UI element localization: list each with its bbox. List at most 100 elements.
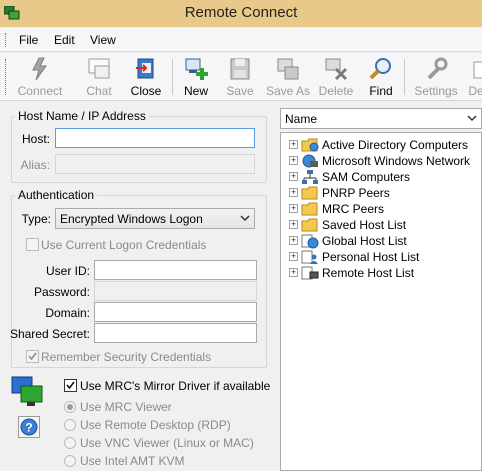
connect-button[interactable]: Connect: [16, 56, 64, 100]
delete-label: Delete: [318, 84, 354, 98]
expand-icon[interactable]: +: [289, 268, 298, 277]
domain-input[interactable]: [94, 302, 257, 322]
userid-label: User ID:: [45, 264, 90, 278]
menu-view[interactable]: View: [90, 33, 116, 47]
sam-network-icon: [302, 170, 318, 184]
svg-text:?: ?: [25, 421, 32, 435]
use-current-credentials-checkbox[interactable]: [26, 238, 39, 251]
toolbar: Connect Chat Close New Save Save As Dele…: [0, 53, 482, 101]
chat-icon: [88, 58, 110, 79]
shared-secret-label: Shared Secret:: [9, 327, 90, 341]
rdp-radio[interactable]: [64, 419, 76, 431]
menu-file[interactable]: File: [19, 33, 38, 47]
tree-label: Microsoft Windows Network: [322, 154, 471, 168]
use-current-credentials-label: Use Current Logon Credentials: [41, 238, 207, 252]
connect-label: Connect: [17, 84, 63, 98]
checkmark-icon: [28, 352, 37, 361]
mirror-driver-checkbox[interactable]: [64, 379, 77, 392]
sort-select[interactable]: Name: [280, 108, 482, 129]
expand-icon[interactable]: +: [289, 236, 298, 245]
vnc-label: Use VNC Viewer (Linux or MAC): [80, 436, 254, 450]
auth-type-value: Encrypted Windows Logon: [60, 212, 203, 226]
delete-button[interactable]: Delete: [316, 56, 356, 100]
mrc-viewer-radio[interactable]: [64, 401, 76, 413]
monitors-icon: [11, 376, 43, 406]
settings-button[interactable]: Settings: [411, 56, 461, 100]
help-icon: ?: [20, 418, 38, 436]
expand-icon[interactable]: +: [289, 220, 298, 229]
expand-icon[interactable]: +: [289, 204, 298, 213]
chevron-down-icon: [467, 115, 477, 122]
type-label: Type:: [21, 212, 51, 226]
close-label: Close: [130, 84, 162, 98]
connection-properties-panel: Host Name / IP Address Host: Alias: Auth…: [0, 102, 276, 471]
title-bar: Remote Connect: [0, 0, 482, 27]
default-icon: [473, 61, 482, 79]
find-button[interactable]: Find: [364, 56, 398, 100]
save-as-button[interactable]: Save As: [265, 56, 311, 100]
sort-value: Name: [285, 112, 318, 126]
chevron-down-icon: [240, 215, 250, 222]
folder-globe-icon: [301, 138, 319, 152]
tree-label: Global Host List: [322, 234, 407, 248]
tree-label: PNRP Peers: [322, 186, 390, 200]
shared-secret-input[interactable]: [94, 323, 257, 343]
new-button[interactable]: New: [176, 56, 216, 100]
tree-label: Personal Host List: [322, 250, 420, 264]
toolbar-grip[interactable]: [5, 59, 8, 95]
alias-input[interactable]: [55, 154, 255, 174]
network-globe-icon: [302, 154, 318, 168]
password-label: Password:: [33, 285, 90, 299]
authentication-legend: Authentication: [18, 188, 95, 202]
new-label: New: [183, 84, 208, 98]
remember-credentials-checkbox[interactable]: [26, 350, 39, 363]
help-button[interactable]: ?: [18, 416, 40, 438]
host-group-legend: Host Name / IP Address: [18, 109, 146, 123]
host-tree: + Active Directory Computers + Microsoft…: [280, 132, 482, 471]
find-label: Find: [369, 84, 393, 98]
folder-icon: [301, 202, 318, 216]
default-button[interactable]: De: [466, 56, 482, 100]
folder-icon: [301, 218, 318, 232]
expand-icon[interactable]: +: [289, 252, 298, 261]
userid-input[interactable]: [94, 260, 257, 280]
expand-icon[interactable]: +: [289, 156, 298, 165]
close-button[interactable]: Close: [124, 56, 168, 100]
save-as-icon: [277, 58, 299, 80]
password-input[interactable]: [94, 281, 257, 301]
settings-label: Settings: [414, 84, 458, 98]
auth-type-select[interactable]: Encrypted Windows Logon: [55, 208, 255, 229]
host-label: Host:: [21, 132, 50, 146]
amt-kvm-radio[interactable]: [64, 455, 76, 467]
alias-label: Alias:: [20, 158, 50, 172]
host-input[interactable]: [55, 128, 255, 148]
host-tree-panel: Name + Active Directory Computers + Micr…: [280, 102, 482, 471]
mirror-driver-label: Use MRC's Mirror Driver if available: [80, 379, 271, 393]
menu-grip[interactable]: [5, 33, 8, 47]
expand-icon[interactable]: +: [289, 140, 298, 149]
save-button[interactable]: Save: [222, 56, 258, 100]
save-label: Save: [226, 84, 254, 98]
vnc-radio[interactable]: [64, 437, 76, 449]
expand-icon[interactable]: +: [289, 188, 298, 197]
find-icon: [369, 58, 391, 80]
domain-label: Domain:: [45, 306, 90, 320]
new-host-icon: [185, 58, 208, 80]
expand-icon[interactable]: +: [289, 172, 298, 181]
menu-bar: File Edit View: [0, 28, 482, 52]
tree-label: MRC Peers: [322, 202, 385, 216]
tree-label: Active Directory Computers: [322, 138, 469, 152]
remember-credentials-label: Remember Security Credentials: [41, 350, 212, 364]
chat-label: Chat: [86, 84, 112, 98]
tree-label: Remote Host List: [322, 266, 415, 280]
person-list-icon: [301, 250, 318, 264]
toolbar-separator: [404, 59, 405, 95]
mrc-viewer-label: Use MRC Viewer: [80, 400, 172, 414]
remote-list-icon: [301, 266, 319, 280]
tree-label: SAM Computers: [322, 170, 411, 184]
radio-dot: [67, 404, 73, 410]
rdp-label: Use Remote Desktop (RDP): [80, 418, 231, 432]
chat-button[interactable]: Chat: [76, 56, 122, 100]
menu-edit[interactable]: Edit: [54, 33, 75, 47]
folder-icon: [301, 186, 318, 200]
